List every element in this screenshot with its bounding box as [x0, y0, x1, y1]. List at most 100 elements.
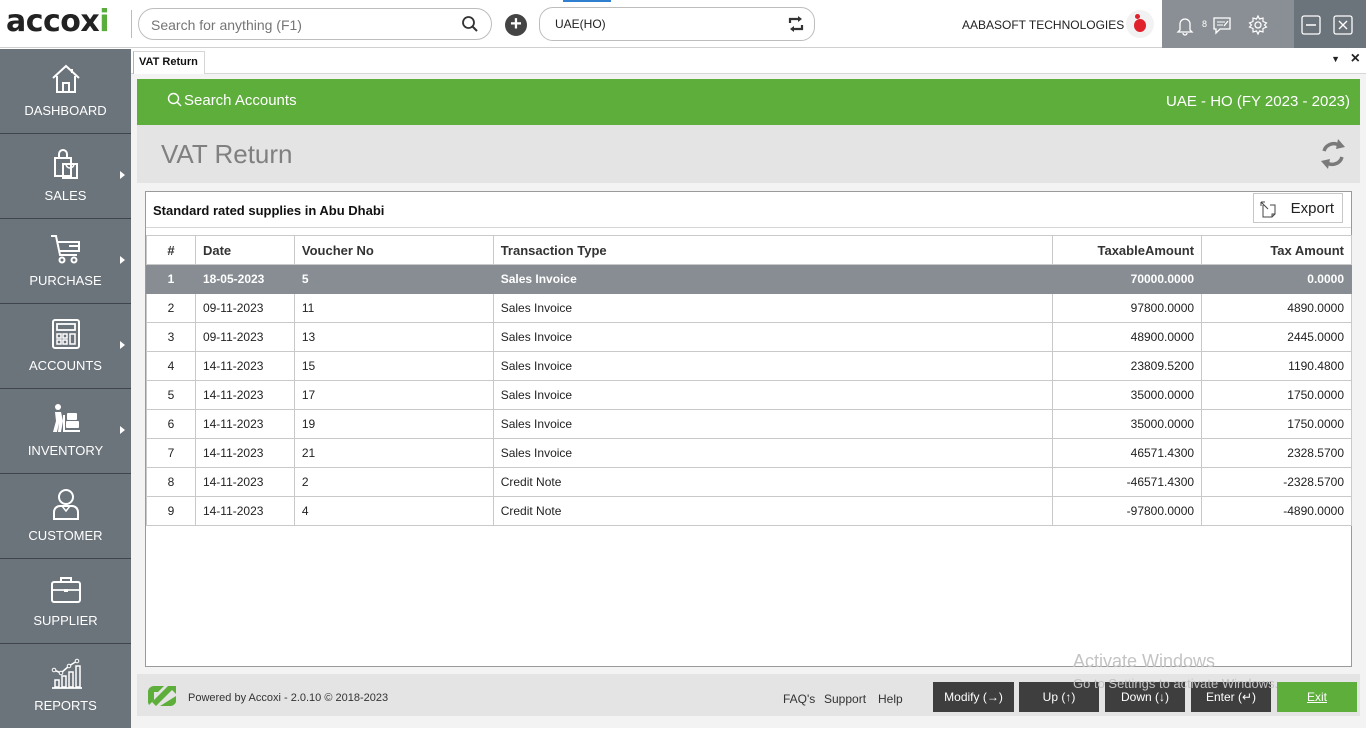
- row-voucher-no: 2: [293, 467, 494, 497]
- exit-button[interactable]: Exit: [1277, 682, 1357, 712]
- row-taxable-amount: 97800.0000: [1052, 293, 1203, 323]
- row-date: 14-11-2023: [194, 438, 295, 468]
- column-header-tax-amount[interactable]: Tax Amount: [1201, 235, 1352, 265]
- support-link[interactable]: Support: [824, 692, 866, 706]
- vat-table: # Date Voucher No Transaction Type Taxab…: [146, 235, 1352, 526]
- row-tax-amount: 2445.0000: [1201, 322, 1352, 352]
- search-icon: [167, 92, 182, 107]
- company-menu[interactable]: AABASOFT TECHNOLOGIES▶: [962, 18, 1134, 32]
- row-transaction-type: Sales Invoice: [492, 322, 1054, 352]
- calculator-icon: [49, 318, 83, 350]
- notification-bell-icon[interactable]: 8: [1174, 14, 1207, 36]
- sidebar-label: PURCHASE: [29, 273, 102, 288]
- column-header-date[interactable]: Date: [194, 235, 295, 265]
- toolbar-tools: 8: [1162, 0, 1294, 48]
- submenu-arrow-icon: [120, 341, 125, 349]
- main-content: VAT Return ▼ × Search Accounts UAE - HO …: [131, 49, 1366, 728]
- branch-selector[interactable]: UAE(HO): [539, 7, 815, 41]
- tab-list-dropdown-icon[interactable]: ▼: [1331, 54, 1340, 64]
- tab-strip: VAT Return ▼ ×: [131, 49, 1366, 74]
- row-voucher-no: 5: [293, 264, 494, 294]
- row-transaction-type: Sales Invoice: [492, 438, 1054, 468]
- active-indicator: [563, 0, 611, 2]
- footer-bar: Powered by Accoxi - 2.0.10 © 2018-2023 F…: [137, 674, 1360, 716]
- table-row[interactable]: 9 14-11-2023 4 Credit Note -97800.0000 -4890.…: [146, 496, 1352, 526]
- report-panel: Standard rated supplies in Abu Dhabi Exp…: [145, 191, 1352, 667]
- search-icon[interactable]: [461, 15, 479, 38]
- row-number: 1: [146, 264, 196, 294]
- refresh-icon[interactable]: [1318, 137, 1348, 176]
- sidebar-label: CUSTOMER: [28, 528, 103, 543]
- table-row[interactable]: 4 14-11-2023 15 Sales Invoice 23809.5200 1190…: [146, 351, 1352, 381]
- row-date: 14-11-2023: [194, 351, 295, 381]
- close-tab-icon[interactable]: ×: [1351, 50, 1360, 68]
- enter-button[interactable]: Enter (↵): [1191, 682, 1271, 712]
- sidebar-item-inventory[interactable]: INVENTORY: [0, 389, 131, 474]
- row-date: 14-11-2023: [194, 409, 295, 439]
- minimize-icon[interactable]: [1300, 14, 1322, 36]
- row-number: 3: [146, 322, 196, 352]
- export-button[interactable]: Export: [1253, 193, 1343, 223]
- faqs-link[interactable]: FAQ's: [783, 692, 815, 706]
- sidebar-item-sales[interactable]: SALES: [0, 134, 131, 219]
- row-tax-amount: 4890.0000: [1201, 293, 1352, 323]
- sidebar-item-customer[interactable]: CUSTOMER: [0, 474, 131, 559]
- table-row[interactable]: 5 14-11-2023 17 Sales Invoice 35000.0000 1750…: [146, 380, 1352, 410]
- header-bar: Search Accounts UAE - HO (FY 2023 - 2023…: [137, 79, 1360, 125]
- submenu-arrow-icon: [120, 171, 125, 179]
- accoxi-logo: accoxi: [6, 4, 110, 39]
- up-button[interactable]: Up (↑): [1019, 682, 1099, 712]
- sidebar-item-dashboard[interactable]: DASHBOARD: [0, 49, 131, 134]
- row-taxable-amount: 23809.5200: [1052, 351, 1203, 381]
- table-row[interactable]: 1 18-05-2023 5 Sales Invoice 70000.0000 0.000…: [146, 264, 1352, 294]
- sidebar-label: REPORTS: [34, 698, 97, 713]
- global-search[interactable]: [138, 8, 492, 40]
- messages-icon[interactable]: [1211, 14, 1233, 36]
- sidebar: DASHBOARD SALES PURCHASE ACCOUNTS INVENT…: [0, 49, 131, 728]
- row-tax-amount: -4890.0000: [1201, 496, 1352, 526]
- sidebar-item-purchase[interactable]: PURCHASE: [0, 219, 131, 304]
- column-header-taxable-amount[interactable]: TaxableAmount: [1052, 235, 1203, 265]
- cart-icon: [49, 233, 83, 265]
- sidebar-label: DASHBOARD: [24, 103, 107, 118]
- close-window-icon[interactable]: [1332, 14, 1354, 36]
- branch-value: UAE(HO): [555, 17, 606, 31]
- switch-branch-icon[interactable]: [786, 15, 806, 38]
- row-taxable-amount: 46571.4300: [1052, 438, 1203, 468]
- section-header: Standard rated supplies in Abu Dhabi Exp…: [146, 192, 1351, 228]
- search-accounts-button[interactable]: Search Accounts: [167, 92, 297, 109]
- row-number: 6: [146, 409, 196, 439]
- sidebar-label: SALES: [44, 188, 87, 203]
- table-row[interactable]: 7 14-11-2023 21 Sales Invoice 46571.4300 2328…: [146, 438, 1352, 468]
- help-link[interactable]: Help: [878, 692, 903, 706]
- row-tax-amount: -2328.5700: [1201, 467, 1352, 497]
- table-row[interactable]: 6 14-11-2023 19 Sales Invoice 35000.0000 1750…: [146, 409, 1352, 439]
- global-search-input[interactable]: [151, 15, 451, 35]
- table-row[interactable]: 3 09-11-2023 13 Sales Invoice 48900.0000 2445…: [146, 322, 1352, 352]
- chart-icon: [49, 658, 83, 690]
- sidebar-item-reports[interactable]: REPORTS: [0, 644, 131, 729]
- table-row[interactable]: 8 14-11-2023 2 Credit Note -46571.4300 -2328.…: [146, 467, 1352, 497]
- row-voucher-no: 4: [293, 496, 494, 526]
- user-avatar[interactable]: [1126, 10, 1154, 38]
- sidebar-item-accounts[interactable]: ACCOUNTS: [0, 304, 131, 389]
- search-accounts-label: Search Accounts: [184, 92, 297, 109]
- settings-gear-icon[interactable]: [1247, 14, 1269, 36]
- row-tax-amount: 2328.5700: [1201, 438, 1352, 468]
- column-header-voucher-no[interactable]: Voucher No: [293, 235, 494, 265]
- row-number: 2: [146, 293, 196, 323]
- column-header-transaction-type[interactable]: Transaction Type: [492, 235, 1054, 265]
- modify-button[interactable]: Modify (→): [933, 682, 1014, 712]
- powered-by-text: Powered by Accoxi - 2.0.10 © 2018-2023: [188, 692, 389, 704]
- row-taxable-amount: 35000.0000: [1052, 380, 1203, 410]
- user-icon: [49, 488, 83, 520]
- sidebar-item-supplier[interactable]: SUPPLIER: [0, 559, 131, 644]
- page-title: VAT Return: [161, 139, 293, 169]
- add-new-button[interactable]: +: [505, 14, 527, 36]
- table-row[interactable]: 2 09-11-2023 11 Sales Invoice 97800.0000 4890…: [146, 293, 1352, 323]
- row-transaction-type: Sales Invoice: [492, 264, 1054, 294]
- tab-vat-return[interactable]: VAT Return: [133, 51, 205, 74]
- row-number: 4: [146, 351, 196, 381]
- column-header-number[interactable]: #: [146, 235, 196, 265]
- down-button[interactable]: Down (↓): [1105, 682, 1185, 712]
